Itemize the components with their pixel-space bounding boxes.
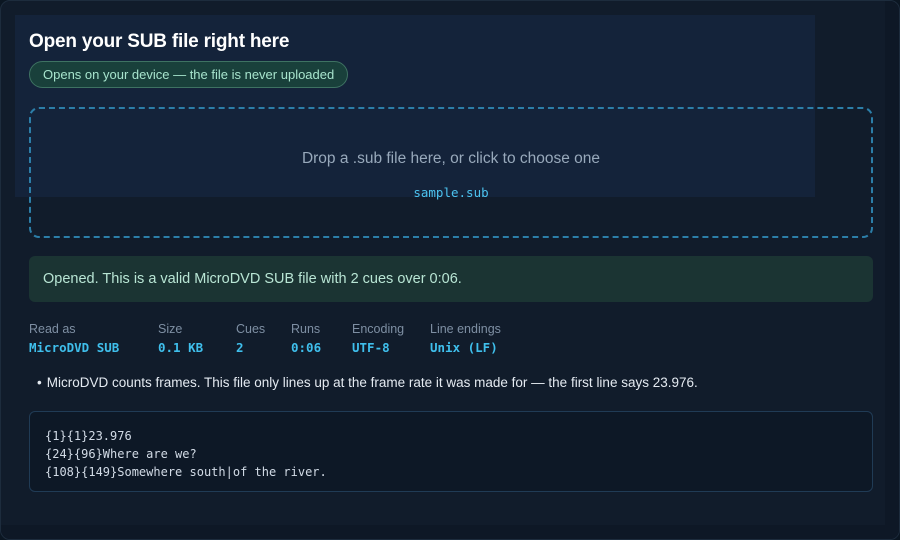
meta-read-as: Read as MicroDVD SUB: [29, 322, 119, 355]
preview-line: {24}{96}Where are we?: [45, 447, 197, 461]
selected-file-name: sample.sub: [413, 185, 489, 200]
meta-value: MicroDVD SUB: [29, 340, 120, 355]
meta-value: 0:06: [291, 340, 322, 355]
meta-cues: Cues 2: [236, 322, 265, 355]
meta-label: Size: [158, 322, 183, 336]
meta-label: Line endings: [430, 322, 501, 336]
meta-value: UTF-8: [352, 340, 390, 355]
meta-value: 0.1 KB: [158, 340, 204, 355]
preview-line: {1}{1}23.976: [45, 429, 132, 443]
right-edge-strip: [885, 1, 899, 539]
meta-size: Size 0.1 KB: [158, 322, 203, 355]
meta-label: Read as: [29, 322, 76, 336]
meta-label: Cues: [236, 322, 266, 336]
meta-encoding: Encoding UTF-8: [352, 322, 404, 355]
dropzone-prompt: Drop a .sub file here, or click to choos…: [301, 150, 601, 167]
meta-label: Runs: [291, 322, 321, 336]
meta-line-endings: Line endings Unix (LF): [430, 322, 501, 355]
notes-list: MicroDVD counts frames. This file only l…: [37, 375, 698, 390]
page-title: Open your SUB file right here: [29, 31, 290, 52]
privacy-badge: Opens on your device — the file is never…: [29, 61, 349, 88]
status-message: Opened. This is a valid MicroDVD SUB fil…: [29, 256, 873, 302]
meta-value: Unix (LF): [430, 340, 498, 355]
meta-value: 2: [236, 340, 244, 355]
file-opener-card: Open your SUB file right here Opens on y…: [0, 0, 900, 540]
preview-line: {108}{149}Somewhere south|of the river.: [45, 465, 327, 479]
meta-runs: Runs 0:06: [291, 322, 321, 355]
bottom-edge-strip: [1, 525, 899, 539]
frame-rate-note: MicroDVD counts frames. This file only l…: [37, 375, 698, 390]
meta-label: Encoding: [352, 322, 405, 336]
file-dropzone[interactable]: Drop a .sub file here, or click to choos…: [29, 107, 873, 238]
file-preview: {1}{1}23.976 {24}{96}Where are we? {108}…: [29, 411, 873, 492]
